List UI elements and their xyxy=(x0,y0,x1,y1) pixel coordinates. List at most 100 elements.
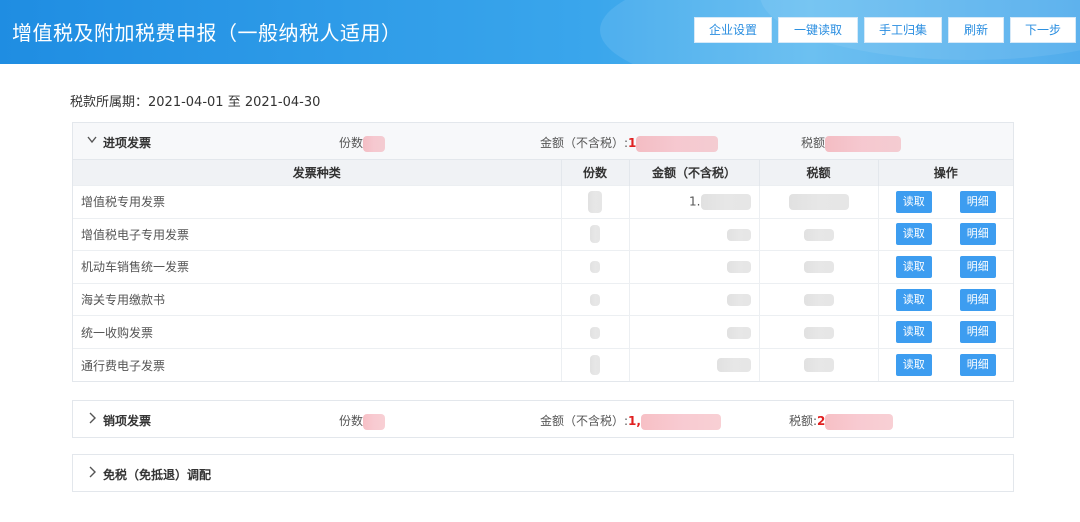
output-amount-label: 金额（不含税）: xyxy=(540,414,629,428)
chevron-right-icon[interactable] xyxy=(87,466,97,478)
invoice-count-cell xyxy=(561,315,630,349)
column-header-actions: 操作 xyxy=(878,159,1013,186)
invoice-actions-cell: 读取 明细 xyxy=(878,282,1013,316)
redacted-value xyxy=(803,294,834,307)
column-header-type: 发票种类 xyxy=(73,159,562,186)
app-header: 增值税及附加税费申报（一般纳税人适用） 企业设置 一键读取 手工归集 刷新 下一… xyxy=(0,0,1080,64)
redacted-value xyxy=(590,225,600,244)
invoice-tax-cell xyxy=(759,347,879,382)
redacted-value xyxy=(363,413,386,430)
redacted-value xyxy=(726,261,751,274)
redacted-value xyxy=(716,358,751,373)
redacted-value xyxy=(590,261,600,274)
enterprise-settings-button[interactable]: 企业设置 xyxy=(694,17,772,43)
redacted-value xyxy=(803,326,834,339)
invoice-actions-cell: 读取 明细 xyxy=(878,250,1013,284)
input-invoice-summary[interactable]: 进项发票 份数 金额（不含税）:1 税额 xyxy=(73,123,1013,159)
redacted-value xyxy=(803,261,834,274)
invoice-tax-cell xyxy=(759,282,879,316)
output-count: 份数 xyxy=(339,412,386,430)
input-invoice-table: 发票种类 份数 金额（不含税） 税额 操作 增值税专用发票 1. 读取 明细 增值… xyxy=(73,159,1013,382)
redacted-value xyxy=(640,413,721,430)
input-tax: 税额 xyxy=(801,134,902,152)
redacted-value xyxy=(590,355,600,376)
input-amount-label: 金额（不含税）: xyxy=(540,136,629,150)
invoice-count-cell xyxy=(561,250,630,284)
exempt-summary[interactable]: 免税（免抵退）调配 xyxy=(73,455,1013,491)
invoice-tax-cell xyxy=(759,217,879,251)
one-click-read-button[interactable]: 一键读取 xyxy=(778,17,858,43)
invoice-amount-cell xyxy=(629,282,760,316)
redacted-value xyxy=(363,135,386,152)
detail-button[interactable]: 明细 xyxy=(959,321,996,344)
table-row: 通行费电子发票 读取 明细 xyxy=(73,347,1013,382)
invoice-tax-cell xyxy=(759,250,879,284)
table-row: 增值税电子专用发票 读取 明细 xyxy=(73,217,1013,251)
read-button[interactable]: 读取 xyxy=(895,255,932,278)
output-tax-prefix: 2 xyxy=(817,414,826,428)
chevron-down-icon[interactable] xyxy=(87,134,97,146)
invoice-type: 增值税专用发票 xyxy=(73,185,562,219)
detail-button[interactable]: 明细 xyxy=(959,190,996,213)
read-button[interactable]: 读取 xyxy=(895,321,932,344)
tax-period-label: 税款所属期： xyxy=(70,95,149,110)
invoice-actions-cell: 读取 明细 xyxy=(878,185,1013,219)
tax-period: 税款所属期：2021-04-01 至 2021-04-30 xyxy=(70,91,320,110)
invoice-amount-prefix: 1. xyxy=(689,194,701,209)
redacted-value xyxy=(590,326,600,339)
invoice-actions-cell: 读取 明细 xyxy=(878,217,1013,251)
input-invoice-panel: 进项发票 份数 金额（不含税）:1 税额 发票种类 份数 金额（不含税） 税额 … xyxy=(72,122,1014,383)
page-title: 增值税及附加税费申报（一般纳税人适用） xyxy=(12,21,402,45)
manual-collect-button[interactable]: 手工归集 xyxy=(864,17,942,43)
read-button[interactable]: 读取 xyxy=(895,288,932,311)
tax-period-range: 2021-04-01 至 2021-04-30 xyxy=(148,95,321,110)
input-amount-prefix: 1 xyxy=(628,136,637,150)
table-header-row: 发票种类 份数 金额（不含税） 税额 操作 xyxy=(73,159,1013,186)
invoice-actions-cell: 读取 明细 xyxy=(878,347,1013,382)
redacted-value xyxy=(803,228,834,241)
invoice-tax-cell xyxy=(759,185,879,219)
output-invoice-panel: 销项发票 份数 金额（不含税）:1, 税额:2 xyxy=(72,400,1014,438)
table-row: 机动车销售统一发票 读取 明细 xyxy=(73,250,1013,284)
output-amount: 金额（不含税）:1, xyxy=(540,412,721,430)
invoice-amount-cell xyxy=(629,347,760,382)
output-tax-label: 税额: xyxy=(789,414,818,428)
refresh-button[interactable]: 刷新 xyxy=(948,17,1004,43)
invoice-type: 统一收购发票 xyxy=(73,315,562,349)
read-button[interactable]: 读取 xyxy=(895,354,932,377)
detail-button[interactable]: 明细 xyxy=(959,255,996,278)
invoice-amount-cell: 1. xyxy=(629,185,760,219)
detail-button[interactable]: 明细 xyxy=(959,223,996,246)
invoice-count-cell xyxy=(561,217,630,251)
column-header-amount: 金额（不含税） xyxy=(629,159,760,186)
table-row: 统一收购发票 读取 明细 xyxy=(73,315,1013,349)
chevron-right-icon[interactable] xyxy=(87,412,97,424)
output-invoice-title: 销项发票 xyxy=(103,414,152,428)
table-row: 增值税专用发票 1. 读取 明细 xyxy=(73,185,1013,219)
input-amount: 金额（不含税）:1 xyxy=(540,134,719,152)
redacted-value xyxy=(726,228,751,241)
column-header-tax: 税额 xyxy=(759,159,879,186)
redacted-value xyxy=(788,193,849,210)
invoice-count-cell xyxy=(561,185,630,219)
invoice-amount-cell xyxy=(629,217,760,251)
invoice-count-cell xyxy=(561,347,630,382)
output-count-label: 份数 xyxy=(339,414,364,428)
output-amount-prefix: 1, xyxy=(628,414,641,428)
detail-button[interactable]: 明细 xyxy=(959,288,996,311)
input-tax-label: 税额 xyxy=(801,136,826,150)
invoice-type: 通行费电子发票 xyxy=(73,347,562,382)
redacted-value xyxy=(700,193,751,210)
read-button[interactable]: 读取 xyxy=(895,190,932,213)
exempt-panel: 免税（免抵退）调配 xyxy=(72,454,1014,492)
redacted-value xyxy=(636,135,719,152)
column-header-count: 份数 xyxy=(561,159,630,186)
exempt-title: 免税（免抵退）调配 xyxy=(103,468,212,482)
redacted-value xyxy=(726,294,751,307)
next-step-button[interactable]: 下一步 xyxy=(1010,17,1076,43)
detail-button[interactable]: 明细 xyxy=(959,354,996,377)
input-count-label: 份数 xyxy=(339,136,364,150)
output-invoice-summary[interactable]: 销项发票 份数 金额（不含税）:1, 税额:2 xyxy=(73,401,1013,437)
redacted-value xyxy=(590,294,600,307)
read-button[interactable]: 读取 xyxy=(895,223,932,246)
